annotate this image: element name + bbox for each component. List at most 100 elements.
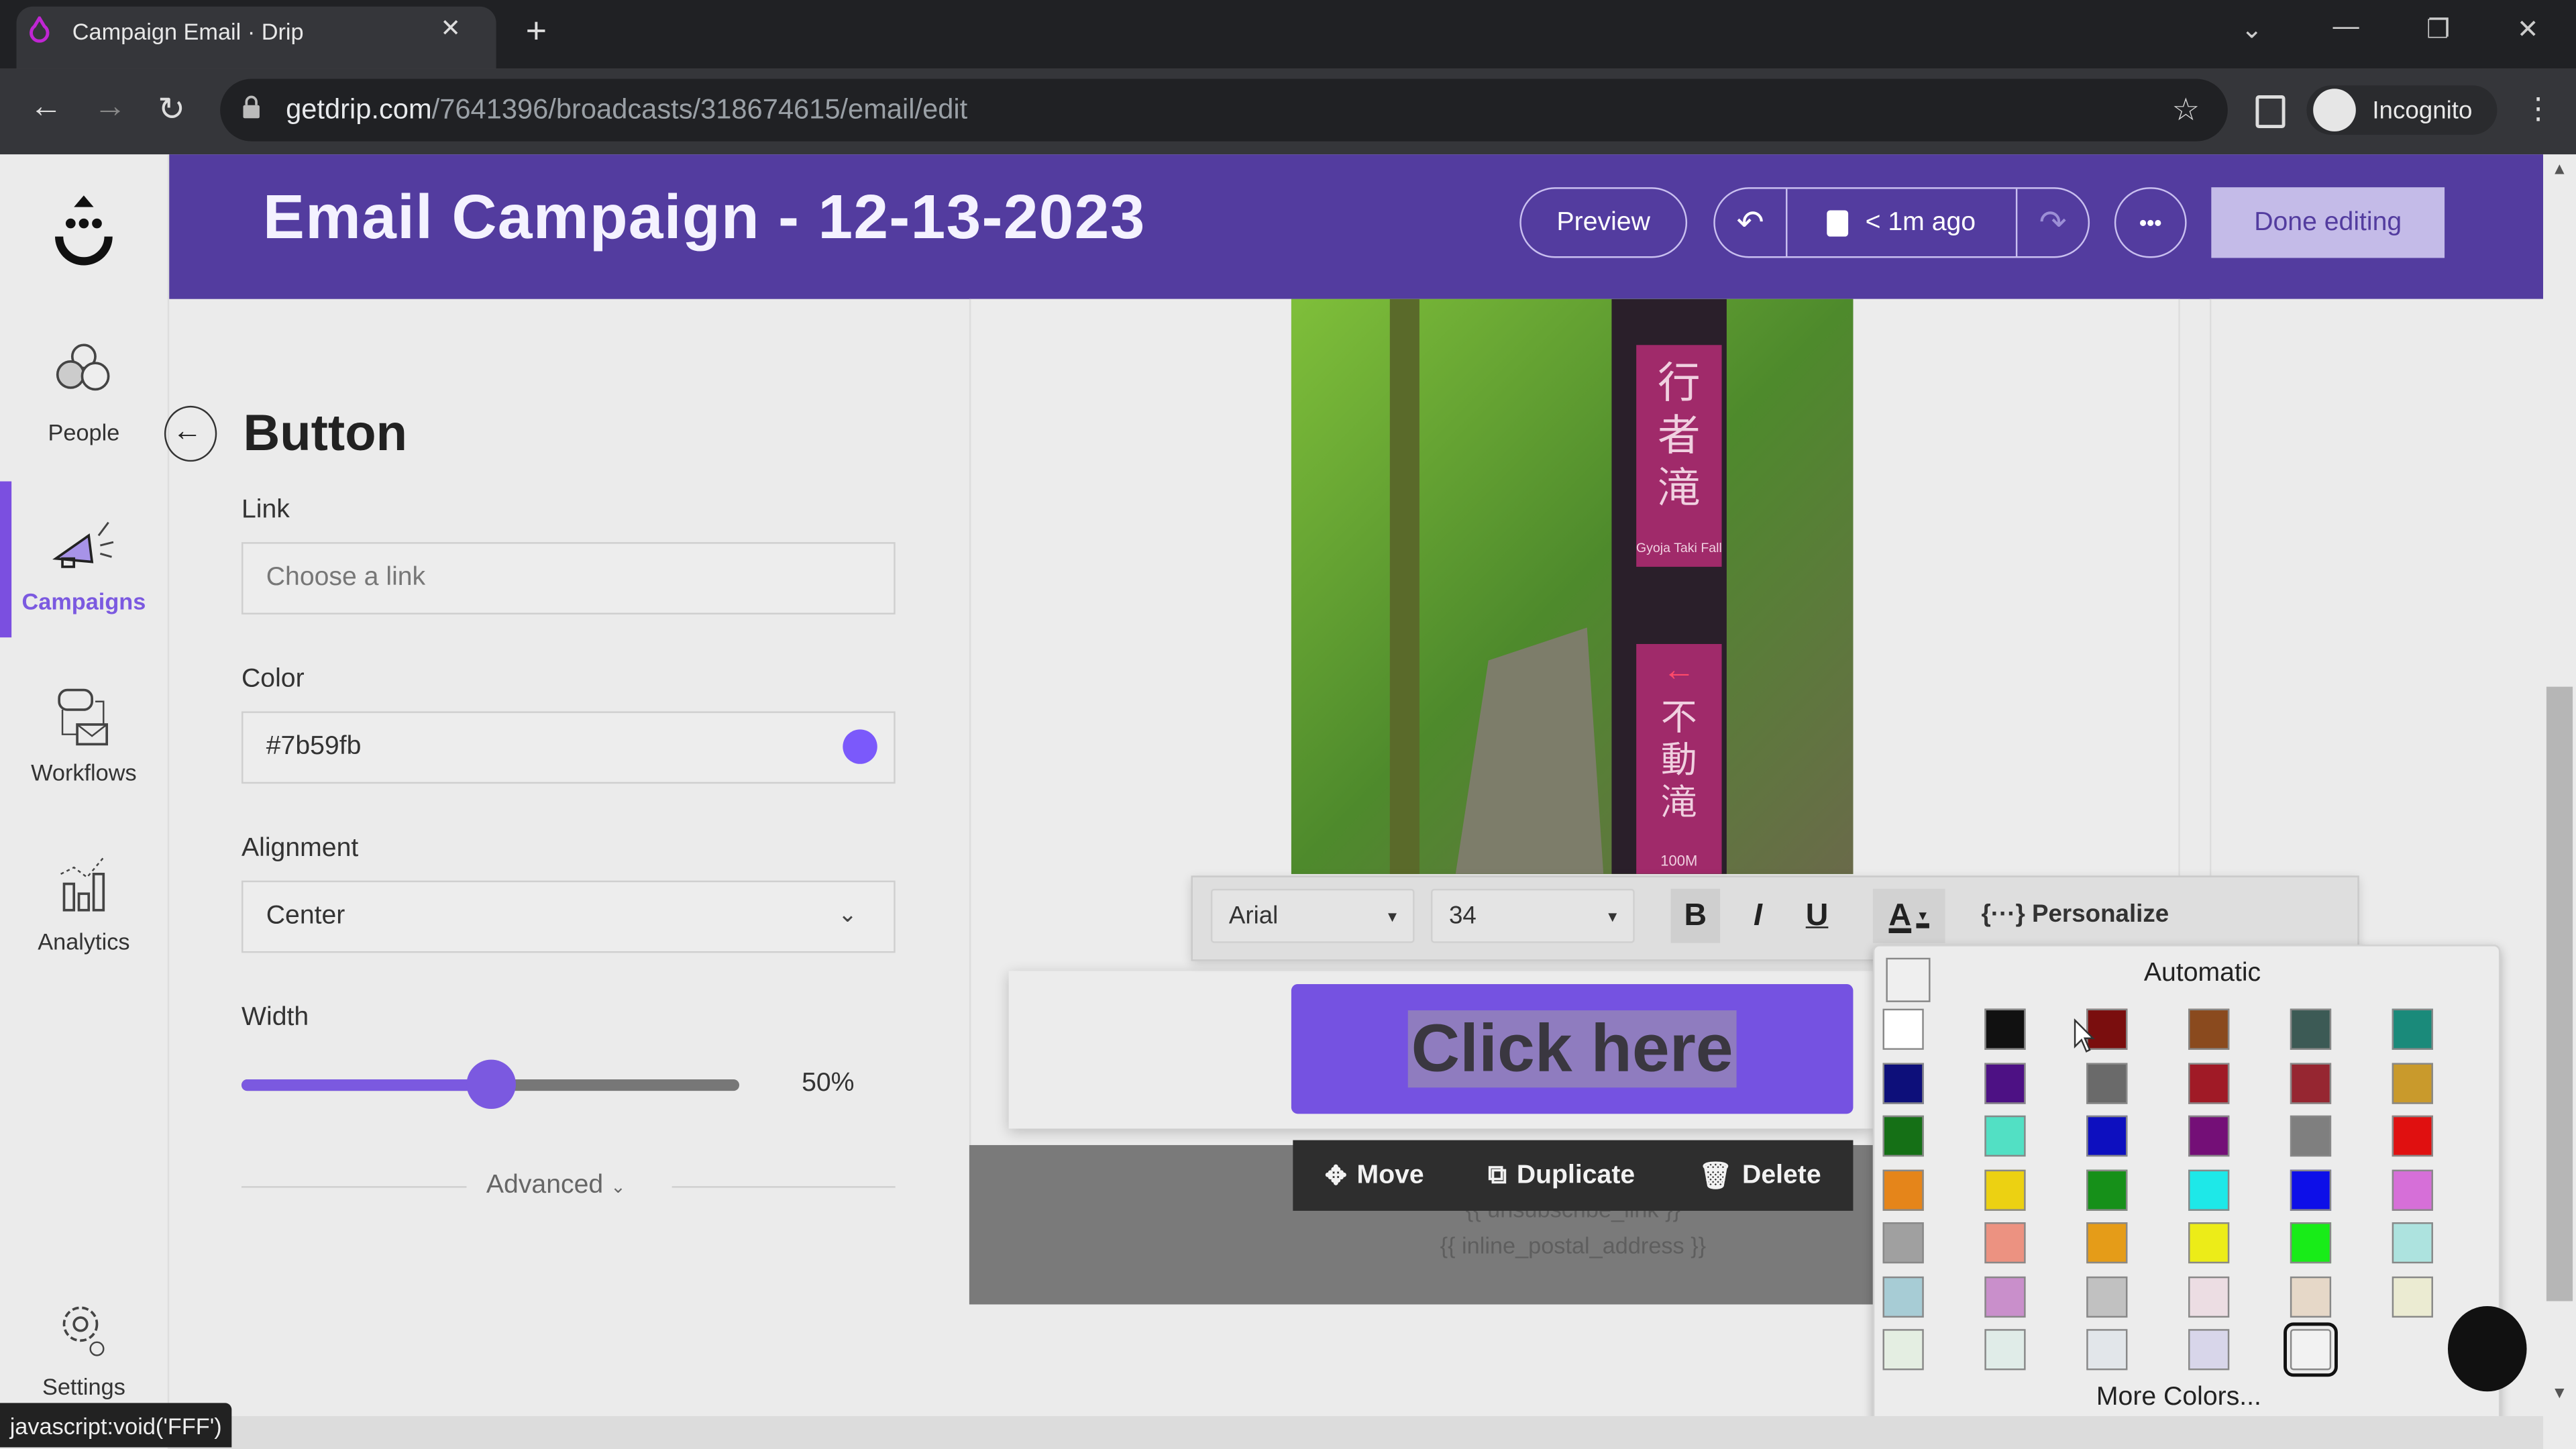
color-swatch[interactable] <box>843 729 877 764</box>
more-options-button[interactable]: ••• <box>2114 187 2187 258</box>
color-swatch-e01010[interactable] <box>2392 1115 2433 1157</box>
color-swatch-c1c1c1[interactable] <box>2086 1275 2128 1317</box>
color-swatch-0d0f7a[interactable] <box>1882 1062 1924 1104</box>
more-colors-button[interactable]: More Colors... <box>2096 1383 2261 1413</box>
advanced-toggle[interactable]: Advanced ⌄ <box>486 1171 626 1201</box>
duplicate-label: Duplicate <box>1516 1161 1635 1189</box>
color-swatch-c98fcb[interactable] <box>1984 1275 2026 1317</box>
redo-icon[interactable]: ↷ <box>2018 202 2088 243</box>
color-swatch-740f77[interactable] <box>2188 1115 2230 1157</box>
color-swatch-4d1184[interactable] <box>1984 1062 2026 1104</box>
move-button[interactable]: ✥ Move <box>1325 1159 1424 1192</box>
color-swatch-52e0c4[interactable] <box>1984 1115 2026 1157</box>
done-editing-button[interactable]: Done editing <box>2211 187 2445 258</box>
side-panel-icon[interactable] <box>2255 95 2286 129</box>
color-swatch-ebebd2[interactable] <box>2392 1275 2433 1317</box>
color-swatch-169019[interactable] <box>2086 1169 2128 1210</box>
new-tab-icon[interactable]: + <box>526 10 547 53</box>
color-input[interactable]: #7b59fb <box>241 711 896 784</box>
undo-icon[interactable]: ↶ <box>1715 202 1786 243</box>
color-swatch-1ee8e8[interactable] <box>2188 1169 2230 1210</box>
horizontal-scrollbar[interactable] <box>169 1416 2544 1449</box>
color-swatch-e59c18[interactable] <box>2086 1222 2128 1264</box>
color-swatch-6a6a6a[interactable] <box>2086 1062 2128 1104</box>
font-family-select[interactable]: Arial ▼ <box>1210 888 1415 943</box>
nav-item-settings[interactable]: Settings <box>0 1295 168 1403</box>
color-swatch-0d0fbf[interactable] <box>2086 1115 2128 1157</box>
nav-item-campaigns[interactable]: Campaigns <box>0 509 168 641</box>
scroll-up-icon[interactable]: ▲ <box>2551 161 2567 179</box>
browser-menu-icon[interactable]: ⋮ <box>2524 92 2553 126</box>
back-button[interactable]: ← <box>164 405 217 462</box>
back-icon[interactable]: ← <box>30 89 62 126</box>
alignment-label: Alignment <box>241 835 359 863</box>
link-input[interactable]: Choose a link <box>241 542 896 614</box>
color-swatch-ffffff[interactable] <box>1882 1008 1924 1050</box>
color-swatch-ec9281[interactable] <box>1984 1222 2026 1264</box>
drip-logo-icon[interactable] <box>52 191 115 266</box>
email-image[interactable]: 行 者 滝 Gyoja Taki Fall ← 不 動 滝 100M <box>1291 299 1854 874</box>
alignment-select[interactable]: Center <box>241 880 896 953</box>
personalize-button[interactable]: {···} Personalize <box>1981 900 2169 928</box>
text-color-button[interactable]: A ▼ <box>1872 888 1945 943</box>
color-swatch-111111[interactable] <box>1984 1008 2026 1050</box>
save-status[interactable]: < 1m ago <box>1785 189 2018 257</box>
url-text[interactable]: getdrip.com/7641396/broadcasts/318674615… <box>286 94 967 127</box>
font-size-select[interactable]: 34 ▼ <box>1431 888 1635 943</box>
width-slider-thumb[interactable] <box>466 1059 515 1110</box>
color-swatch-ecec18[interactable] <box>2188 1222 2230 1264</box>
bookmark-star-icon[interactable]: ☆ <box>2172 92 2200 129</box>
underline-button[interactable]: U <box>1792 889 1841 943</box>
page-title: Email Campaign - 12-13-2023 <box>262 184 1146 254</box>
chat-launcher[interactable] <box>2447 1305 2527 1392</box>
nav-item-analytics[interactable]: Analytics <box>0 851 168 983</box>
color-swatch-e2e6ea[interactable] <box>2086 1329 2128 1371</box>
color-swatch-c99a2c[interactable] <box>2392 1062 2433 1104</box>
forward-icon[interactable]: → <box>94 89 127 126</box>
color-swatch-a0a0a0[interactable] <box>1882 1222 1924 1264</box>
automatic-color-label[interactable]: Automatic <box>2144 959 2261 989</box>
color-swatch-ecd112[interactable] <box>1984 1169 2026 1210</box>
minimize-icon[interactable]: — <box>2333 13 2359 43</box>
color-swatch-d8d6ea[interactable] <box>2188 1329 2230 1371</box>
color-swatch-8a4a1e[interactable] <box>2188 1008 2230 1050</box>
automatic-color-swatch[interactable] <box>1886 957 1931 1002</box>
forest-sign-image: 行 者 滝 Gyoja Taki Fall ← 不 動 滝 100M <box>1291 299 1854 874</box>
scroll-down-icon[interactable]: ▼ <box>2551 1385 2567 1403</box>
color-swatch-18ec18[interactable] <box>2290 1222 2332 1264</box>
color-swatch-f2f2f2[interactable] <box>2284 1322 2338 1377</box>
color-label: Color <box>241 665 305 694</box>
delete-button[interactable]: 🗑 Delete <box>1699 1159 1821 1192</box>
color-swatch-3c5a55[interactable] <box>2290 1008 2332 1050</box>
window-close-icon[interactable]: ✕ <box>2517 13 2539 46</box>
color-swatch-7f7f7f[interactable] <box>2290 1115 2332 1157</box>
color-swatch-ecdde3[interactable] <box>2188 1275 2230 1317</box>
status-bar: javascript:void('FFF') <box>0 1403 232 1448</box>
color-swatch-1a8a7a[interactable] <box>2392 1008 2433 1050</box>
color-swatch-ade3df[interactable] <box>2392 1222 2433 1264</box>
duplicate-button[interactable]: ⧉ Duplicate <box>1488 1161 1635 1190</box>
italic-button[interactable]: I <box>1733 889 1782 943</box>
tab-search-icon[interactable]: ⌄ <box>2241 13 2263 46</box>
color-swatch-157016[interactable] <box>1882 1115 1924 1157</box>
color-swatch-e5851a[interactable] <box>1882 1169 1924 1210</box>
color-swatch-d66fd8[interactable] <box>2392 1169 2433 1210</box>
scroll-thumb[interactable] <box>2546 686 2573 1301</box>
preview-button[interactable]: Preview <box>1519 187 1688 258</box>
color-swatch-e0ece8[interactable] <box>1984 1329 2026 1371</box>
reload-icon[interactable]: ↻ <box>158 89 185 129</box>
bold-button[interactable]: B <box>1670 888 1721 943</box>
nav-item-workflows[interactable]: Workflows <box>0 682 168 813</box>
color-swatch-962631[interactable] <box>2290 1062 2332 1104</box>
color-swatch-a7ccd5[interactable] <box>1882 1275 1924 1317</box>
color-swatch-a01a26[interactable] <box>2188 1062 2230 1104</box>
color-swatch-0d0fe8[interactable] <box>2290 1169 2332 1210</box>
cta-button[interactable]: Click here <box>1291 983 1854 1114</box>
nav-item-people[interactable]: People <box>0 329 168 460</box>
restore-icon[interactable]: ❐ <box>2426 13 2450 46</box>
alignment-value: Center <box>266 902 345 930</box>
color-swatch-e4eee2[interactable] <box>1882 1329 1924 1371</box>
close-tab-icon[interactable]: ✕ <box>440 13 461 43</box>
color-swatch-e6d8c8[interactable] <box>2290 1275 2332 1317</box>
cta-button-text[interactable]: Click here <box>1407 1010 1737 1088</box>
